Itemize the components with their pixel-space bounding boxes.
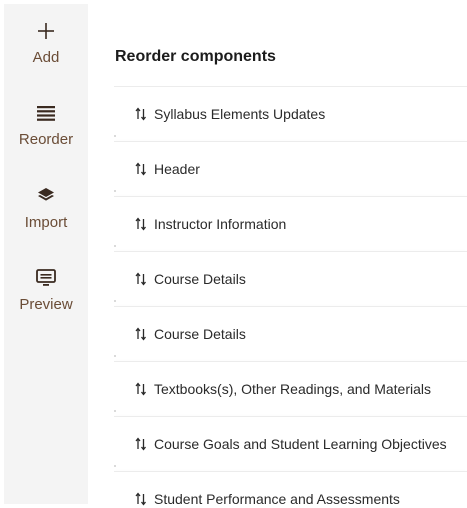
sidebar-item-add[interactable]: Add — [4, 19, 88, 67]
sidebar-item-label: Add — [32, 49, 60, 66]
component-row[interactable]: Instructor Information — [114, 196, 467, 251]
component-label: Syllabus Elements Updates — [154, 106, 326, 122]
reorder-arrows-icon[interactable] — [134, 436, 148, 452]
row-divider-dot — [114, 245, 116, 247]
sidebar-item-reorder[interactable]: Reorder — [4, 101, 88, 149]
reorder-arrows-icon[interactable] — [134, 381, 148, 397]
layers-icon — [34, 184, 58, 208]
app-window: Add Reorder Import Preview Reorder compo… — [0, 0, 467, 508]
sidebar-item-label: Import — [24, 214, 68, 231]
component-label: Instructor Information — [154, 216, 287, 232]
list-icon — [34, 101, 58, 125]
sidebar: Add Reorder Import Preview — [4, 4, 88, 504]
reorder-arrows-icon[interactable] — [134, 216, 148, 232]
reorder-arrows-icon[interactable] — [134, 161, 148, 177]
sidebar-item-label: Preview — [19, 296, 73, 313]
component-label: Student Performance and Assessments — [154, 491, 400, 507]
component-row[interactable]: Student Performance and Assessments — [114, 471, 467, 508]
component-row[interactable]: Course Details — [114, 306, 467, 361]
sidebar-item-import[interactable]: Import — [4, 184, 88, 232]
component-row[interactable]: Header — [114, 141, 467, 196]
reorder-arrows-icon[interactable] — [134, 326, 148, 342]
component-row[interactable]: Course Details — [114, 251, 467, 306]
row-divider-dot — [114, 465, 116, 467]
component-label: Course Details — [154, 326, 246, 342]
reorder-arrows-icon[interactable] — [134, 106, 148, 122]
row-divider-dot — [114, 135, 116, 137]
plus-icon — [34, 19, 58, 43]
reorder-arrows-icon[interactable] — [134, 271, 148, 287]
component-row[interactable]: Course Goals and Student Learning Object… — [114, 416, 467, 471]
component-label: Course Details — [154, 271, 246, 287]
monitor-icon — [34, 266, 58, 290]
component-row[interactable]: Textbooks(s), Other Readings, and Materi… — [114, 361, 467, 416]
component-row[interactable]: Syllabus Elements Updates — [114, 86, 467, 141]
row-divider-dot — [114, 190, 116, 192]
component-label: Course Goals and Student Learning Object… — [154, 436, 447, 452]
component-label: Header — [154, 161, 200, 177]
row-divider-dot — [114, 410, 116, 412]
panel-title: Reorder components — [115, 48, 276, 65]
sidebar-item-label: Reorder — [18, 131, 74, 148]
row-divider-dot — [114, 300, 116, 302]
reorder-arrows-icon[interactable] — [134, 491, 148, 507]
components-list: Syllabus Elements Updates Header Instruc… — [114, 86, 467, 508]
component-label: Textbooks(s), Other Readings, and Materi… — [154, 381, 432, 397]
sidebar-item-preview[interactable]: Preview — [4, 266, 88, 314]
row-divider-dot — [114, 355, 116, 357]
